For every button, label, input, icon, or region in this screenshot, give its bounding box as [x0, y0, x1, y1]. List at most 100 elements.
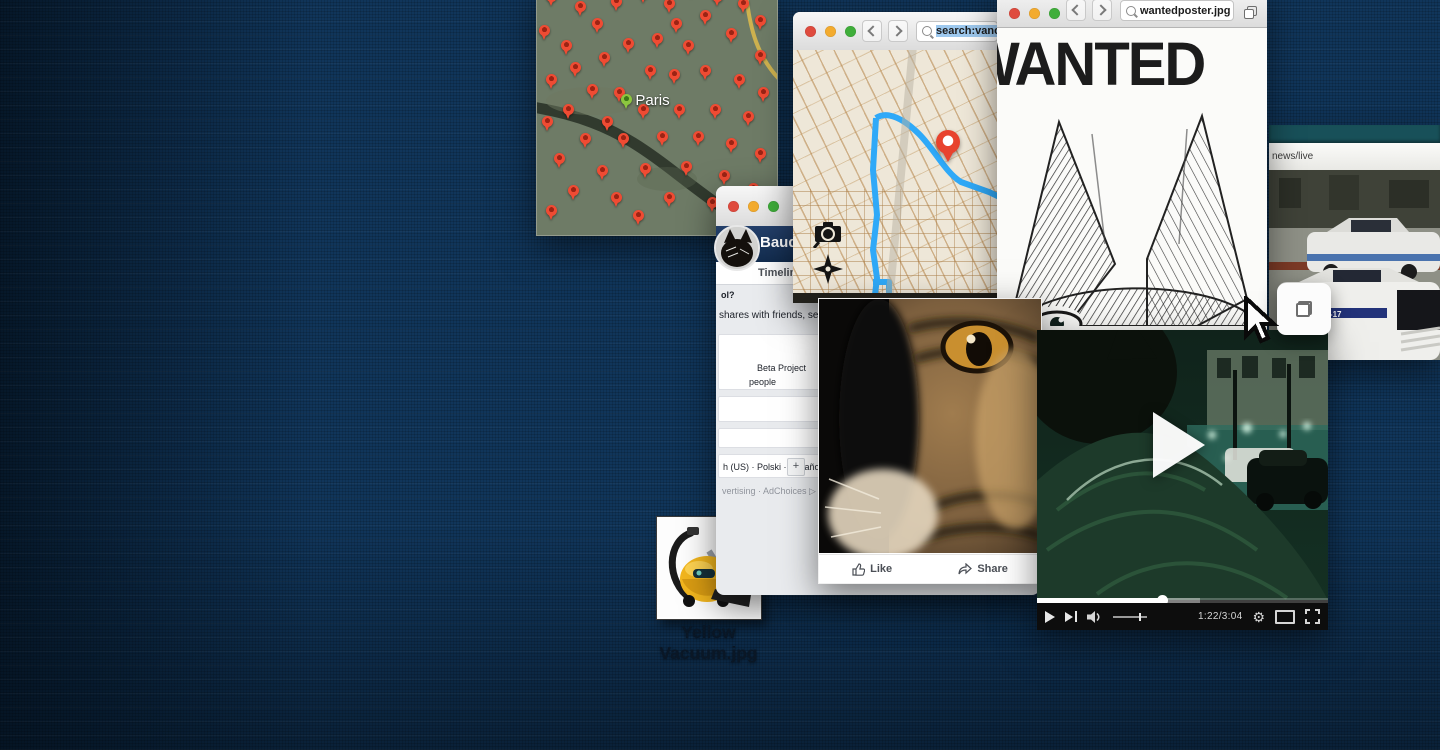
vancouver-titlebar[interactable]: search:vancouver — [793, 12, 1006, 51]
volume-icon[interactable] — [1087, 611, 1103, 623]
camera-icon[interactable] — [813, 222, 843, 248]
news-address-bar[interactable]: news/live — [1269, 143, 1440, 171]
beta-project-label[interactable]: Beta Project — [757, 363, 806, 373]
close-button[interactable] — [1009, 8, 1020, 19]
map-pin-icon[interactable] — [710, 104, 721, 115]
map-pin-icon[interactable] — [652, 33, 663, 44]
wanted-poster-window[interactable]: wantedposter.jpg WANTED — [997, 0, 1267, 333]
destination-pin-icon[interactable] — [936, 130, 960, 154]
map-pin-icon[interactable] — [734, 74, 745, 85]
share-button[interactable]: Share — [958, 563, 1008, 575]
map-pin-icon[interactable] — [664, 0, 675, 9]
next-button[interactable] — [1065, 611, 1077, 622]
map-pin-icon[interactable] — [554, 153, 565, 164]
map-pin-icon[interactable] — [719, 170, 730, 181]
compass-icon[interactable] — [813, 254, 843, 284]
zoom-button[interactable] — [768, 201, 779, 212]
street-map[interactable] — [793, 50, 1006, 303]
map-pin-icon[interactable] — [563, 104, 574, 115]
map-pin-icon[interactable] — [546, 205, 557, 216]
wanted-titlebar[interactable]: wantedposter.jpg — [997, 0, 1267, 28]
video-frame[interactable] — [1037, 330, 1328, 600]
map-pin-icon[interactable] — [568, 185, 579, 196]
minimize-button[interactable] — [1029, 8, 1040, 19]
address-text: wantedposter.jpg — [1140, 5, 1230, 17]
map-pin-icon[interactable] — [597, 165, 608, 176]
map-pin-icon[interactable] — [657, 131, 668, 142]
map-pin-icon[interactable] — [542, 116, 553, 127]
wanted-headline: WANTED — [997, 35, 1267, 96]
map-pin-icon[interactable] — [712, 0, 723, 2]
map-pin-icon[interactable] — [671, 18, 682, 29]
map-pin-icon[interactable] — [683, 40, 694, 51]
map-pin-icon[interactable] — [674, 104, 685, 115]
fullscreen-icon[interactable] — [1305, 609, 1320, 624]
map-pin-icon[interactable] — [623, 38, 634, 49]
map-pin-icon[interactable] — [669, 69, 680, 80]
search-input[interactable]: search:vancouver — [916, 21, 998, 42]
close-button[interactable] — [728, 201, 739, 212]
map-pin-icon[interactable] — [546, 0, 557, 2]
map-pin-icon[interactable] — [758, 87, 769, 98]
map-pin-icon[interactable] — [681, 161, 692, 172]
map-pin-icon[interactable] — [546, 74, 557, 85]
map-pin-icon[interactable] — [599, 52, 610, 63]
vancouver-map-window[interactable]: search:vancouver — [793, 12, 1006, 303]
duplicate-icon — [1296, 301, 1312, 317]
map-pin-icon[interactable] — [633, 210, 644, 221]
map-pin-icon[interactable] — [693, 131, 704, 142]
map-pin-icon[interactable] — [640, 163, 651, 174]
back-button[interactable] — [1066, 0, 1086, 21]
map-pin-icon[interactable] — [580, 133, 591, 144]
map-pin-icon[interactable] — [587, 84, 598, 95]
map-pin-icon[interactable] — [664, 192, 675, 203]
video-player-window[interactable]: 1:22/3:04 ⚙ — [1037, 330, 1328, 630]
forward-button[interactable] — [888, 20, 908, 42]
map-pin-icon[interactable] — [570, 62, 581, 73]
map-pin-icon[interactable] — [755, 15, 766, 26]
profile-avatar[interactable] — [714, 225, 760, 271]
map-pin-icon[interactable] — [561, 40, 572, 51]
back-button[interactable] — [862, 20, 882, 42]
like-button[interactable]: Like — [852, 563, 892, 576]
duplicate-tab-icon[interactable] — [1244, 6, 1257, 19]
play-overlay-button[interactable] — [1153, 412, 1205, 478]
map-pin-icon[interactable] — [726, 138, 737, 149]
traffic-lights — [805, 26, 856, 37]
cat-photo-window[interactable]: Like Share — [818, 298, 1042, 584]
map-pin-icon[interactable] — [618, 133, 629, 144]
map-pin-icon[interactable] — [539, 25, 550, 36]
map-pin-icon[interactable] — [700, 10, 711, 21]
language-options[interactable]: h (US) · Polski · Español — [723, 462, 822, 472]
theater-mode-icon[interactable] — [1275, 610, 1295, 624]
map-pin-icon[interactable] — [645, 65, 656, 76]
map-pin-icon[interactable] — [592, 18, 603, 29]
add-language-button[interactable]: + — [787, 458, 805, 476]
search-icon — [1126, 6, 1136, 16]
vacuum-file-label[interactable]: Yellow Vacuum.jpg — [616, 622, 801, 664]
map-pin-icon[interactable] — [700, 65, 711, 76]
map-pin-icon[interactable] — [743, 111, 754, 122]
zoom-button[interactable] — [1049, 8, 1060, 19]
people-label[interactable]: people — [749, 377, 776, 387]
map-pin-icon[interactable] — [755, 148, 766, 159]
play-button[interactable] — [1045, 611, 1055, 623]
adchoices-footer[interactable]: vertising · AdChoices ▷ — [722, 486, 816, 497]
address-input[interactable]: wantedposter.jpg — [1120, 0, 1234, 21]
map-pin-icon[interactable] — [611, 0, 622, 7]
map-pin-icon[interactable] — [575, 1, 586, 12]
minimize-button[interactable] — [825, 26, 836, 37]
zoom-button[interactable] — [845, 26, 856, 37]
paris-place-pin-icon[interactable] — [621, 94, 632, 105]
map-pin-icon[interactable] — [755, 50, 766, 61]
next-triangle-icon — [1065, 612, 1073, 622]
forward-button[interactable] — [1092, 0, 1112, 21]
map-pin-icon[interactable] — [602, 116, 613, 127]
map-pin-icon[interactable] — [611, 192, 622, 203]
map-pin-icon[interactable] — [738, 0, 749, 9]
settings-gear-icon[interactable]: ⚙ — [1252, 610, 1265, 624]
close-button[interactable] — [805, 26, 816, 37]
map-pin-icon[interactable] — [726, 28, 737, 39]
volume-slider[interactable] — [1113, 616, 1147, 618]
minimize-button[interactable] — [748, 201, 759, 212]
